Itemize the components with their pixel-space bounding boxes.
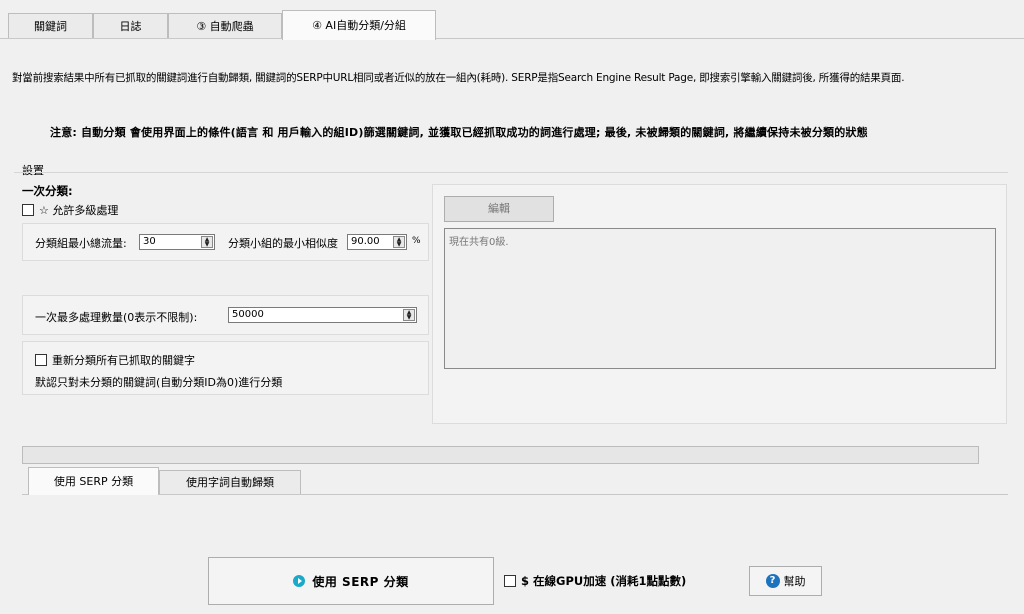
tab-log[interactable]: 日誌	[93, 13, 168, 39]
min-similarity-unit: %	[412, 236, 421, 246]
min-similarity-value: 90.00	[351, 236, 380, 247]
max-process-group: 一次最多處理數量(0表示不限制): 50000 ▲ ▼	[22, 295, 429, 335]
subtab-divider	[22, 494, 1008, 495]
spin-arrows-icon[interactable]: ▲ ▼	[403, 309, 415, 321]
min-similarity-spinbox[interactable]: 90.00 ▲ ▼	[347, 234, 407, 250]
main-tab-bar: 關鍵詞 日誌 ③ 自動爬蟲 ④ AI自動分類/分組	[0, 0, 1024, 40]
subtab-word-classify[interactable]: 使用字詞自動歸類	[159, 470, 301, 494]
spin-arrows-icon[interactable]: ▲ ▼	[201, 236, 213, 248]
min-total-traffic-value: 30	[143, 236, 156, 247]
allow-multilevel-label: ☆ 允許多級處理	[39, 204, 119, 217]
settings-title: 設置	[22, 164, 44, 177]
spin-arrows-icon[interactable]: ▲ ▼	[393, 236, 405, 248]
max-process-label: 一次最多處理數量(0表示不限制):	[35, 311, 198, 324]
reclassify-option[interactable]: 重新分類所有已抓取的關鍵字	[35, 352, 195, 368]
allow-multilevel-option[interactable]: ☆ 允許多級處理	[22, 202, 118, 218]
gpu-accelerate-checkbox[interactable]	[504, 575, 516, 587]
play-icon	[293, 575, 306, 587]
progress-bar	[22, 446, 979, 464]
first-classification-label: 一次分類:	[22, 184, 73, 198]
reclassify-note: 默認只對未分類的關鍵詞(自動分類ID為0)進行分類	[35, 376, 283, 389]
min-similarity-label: 分類小組的最小相似度	[228, 237, 338, 250]
tab-auto-crawler[interactable]: ③ 自動爬蟲	[168, 13, 282, 39]
edit-button[interactable]: 編輯	[444, 196, 554, 222]
notice-text: 注意: 自動分類 會使用界面上的條件(語言 和 用戶輸入的組ID)篩選關鍵詞, …	[50, 126, 868, 139]
tab-divider	[0, 38, 1024, 39]
min-total-traffic-spinbox[interactable]: 30 ▲ ▼	[139, 234, 215, 250]
max-process-value: 50000	[232, 309, 264, 320]
reclassify-label: 重新分類所有已抓取的關鍵字	[52, 354, 195, 367]
description-text: 對當前搜索結果中所有已抓取的關鍵詞進行自動歸類, 關鍵詞的SERP中URL相同或…	[12, 72, 905, 84]
threshold-group: 分類組最小總流量: 30 ▲ ▼ 分類小組的最小相似度 90.00 ▲ ▼ %	[22, 223, 429, 261]
gpu-accelerate-option[interactable]: $ 在線GPU加速 (消耗1點點數)	[504, 573, 686, 589]
run-serp-classify-button[interactable]: 使用 SERP 分類	[208, 557, 494, 605]
run-serp-classify-label: 使用 SERP 分類	[312, 574, 409, 589]
reclassify-group: 重新分類所有已抓取的關鍵字 默認只對未分類的關鍵詞(自動分類ID為0)進行分類	[22, 341, 429, 395]
subtab-serp-classify[interactable]: 使用 SERP 分類	[28, 467, 159, 495]
tab-keywords[interactable]: 關鍵詞	[8, 13, 93, 39]
tab-ai-classification[interactable]: ④ AI自動分類/分組	[282, 10, 436, 40]
settings-divider	[14, 172, 1008, 173]
gpu-accelerate-label: $ 在線GPU加速 (消耗1點點數)	[521, 574, 687, 588]
max-process-spinbox[interactable]: 50000 ▲ ▼	[228, 307, 417, 323]
help-label: 幫助	[783, 575, 806, 588]
min-total-traffic-label: 分類組最小總流量:	[35, 237, 127, 250]
reclassify-checkbox[interactable]	[35, 354, 47, 366]
allow-multilevel-checkbox[interactable]	[22, 204, 34, 216]
help-button[interactable]: ? 幫助	[749, 566, 822, 596]
help-icon: ?	[765, 574, 780, 588]
levels-textarea[interactable]: 現在共有0級.	[444, 228, 996, 369]
